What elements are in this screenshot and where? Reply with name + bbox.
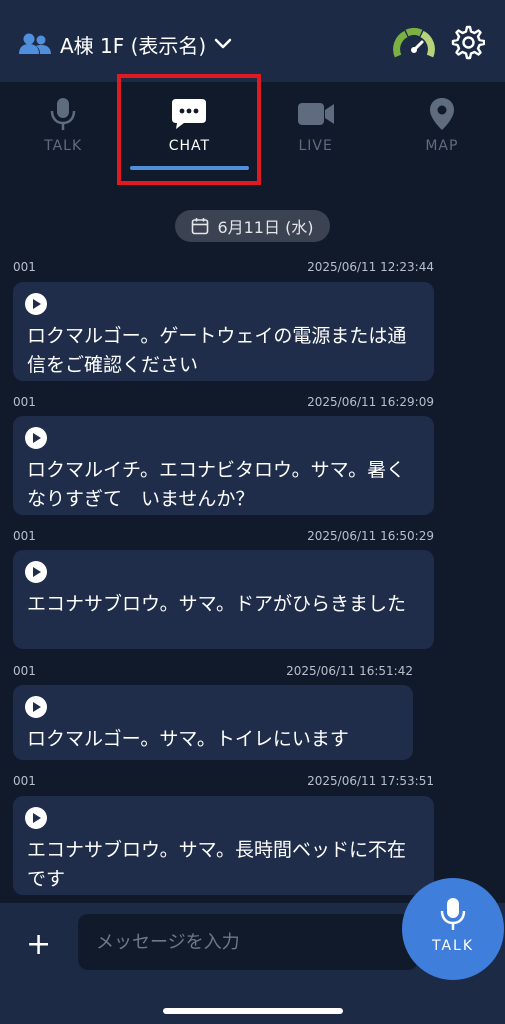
tab-chat-label: CHAT	[168, 138, 211, 154]
message-text: ロクマルイチ。エコナビタロウ。サマ。暑く なりすぎて いませんか？	[27, 459, 425, 510]
message-sender: 001	[13, 260, 36, 274]
message-text: ロクマルゴー。サマ。トイレにいます	[27, 728, 349, 750]
play-icon[interactable]	[25, 293, 47, 315]
message-bubble[interactable]: ロクマルゴー。ゲートウェイの電源または通信をご確認ください	[13, 282, 434, 381]
message-item: 001 2025/06/11 16:29:09 ロクマルイチ。エコナビタロウ。サ…	[13, 395, 434, 515]
message-timestamp: 2025/06/11 12:23:44	[307, 260, 434, 274]
tab-bar: TALK CHAT LIVE MAP	[0, 82, 505, 182]
message-bubble[interactable]: エコナサブロウ。サマ。ドアがひらきました	[13, 550, 434, 649]
message-text: エコナサブロウ。サマ。長時間ベッドに不在です	[27, 839, 407, 890]
tab-chat[interactable]: CHAT	[126, 82, 252, 182]
video-camera-icon	[297, 103, 334, 125]
message-sender: 001	[13, 774, 36, 788]
message-meta: 001 2025/06/11 12:23:44	[13, 260, 434, 278]
home-indicator	[163, 1008, 343, 1014]
gear-icon[interactable]	[449, 24, 485, 60]
message-sender: 001	[13, 395, 36, 409]
add-attachment-button[interactable]: +	[26, 927, 51, 962]
message-timestamp: 2025/06/11 16:51:42	[286, 664, 413, 678]
talk-button[interactable]: TALK	[402, 878, 504, 980]
play-icon[interactable]	[25, 696, 47, 718]
message-bubble[interactable]: ロクマルイチ。エコナビタロウ。サマ。暑く なりすぎて いませんか？	[13, 416, 434, 515]
message-text: エコナサブロウ。サマ。ドアがひらきました	[27, 593, 407, 615]
microphone-icon	[440, 898, 466, 930]
message-item: 001 2025/06/11 17:53:51 エコナサブロウ。サマ。長時間ベッ…	[13, 774, 434, 895]
message-sender: 001	[13, 529, 36, 543]
gauge-icon[interactable]	[392, 24, 436, 60]
tab-talk[interactable]: TALK	[0, 82, 126, 182]
message-item: 001 2025/06/11 16:50:29 エコナサブロウ。サマ。ドアがひら…	[13, 529, 434, 649]
tab-live[interactable]: LIVE	[253, 82, 379, 182]
app-header: A棟 1F (表示名)	[0, 0, 505, 82]
chat-bubble-icon	[172, 99, 207, 129]
microphone-icon	[50, 98, 76, 130]
group-selector[interactable]: A棟 1F (表示名)	[18, 26, 232, 62]
message-sender: 001	[13, 664, 36, 678]
play-icon[interactable]	[25, 807, 47, 829]
date-label: 6月11日 (水)	[217, 218, 314, 237]
message-item: 001 2025/06/11 16:51:42 ロクマルゴー。サマ。トイレにいま…	[13, 664, 413, 760]
message-timestamp: 2025/06/11 17:53:51	[307, 774, 434, 788]
play-icon[interactable]	[25, 427, 47, 449]
message-meta: 001 2025/06/11 16:51:42	[13, 664, 413, 682]
users-icon	[19, 33, 51, 54]
talk-button-label: TALK	[431, 938, 475, 954]
group-name: A棟 1F (表示名)	[60, 33, 207, 58]
active-tab-indicator	[130, 166, 249, 170]
message-timestamp: 2025/06/11 16:50:29	[307, 529, 434, 543]
tab-map[interactable]: MAP	[379, 82, 505, 182]
tab-map-label: MAP	[425, 138, 459, 154]
chevron-down-icon	[214, 38, 232, 49]
message-input[interactable]	[78, 914, 418, 970]
message-bubble[interactable]: ロクマルゴー。サマ。トイレにいます	[13, 685, 413, 760]
message-bubble[interactable]: エコナサブロウ。サマ。長時間ベッドに不在です	[13, 796, 434, 895]
message-text: ロクマルゴー。ゲートウェイの電源または通信をご確認ください	[27, 325, 407, 376]
message-list[interactable]: 001 2025/06/11 12:23:44 ロクマルゴー。ゲートウェイの電源…	[0, 250, 505, 900]
message-item: 001 2025/06/11 12:23:44 ロクマルゴー。ゲートウェイの電源…	[13, 260, 434, 381]
tab-talk-label: TALK	[44, 138, 83, 154]
date-separator: 6月11日 (水)	[175, 210, 330, 242]
message-meta: 001 2025/06/11 16:29:09	[13, 395, 434, 413]
calendar-icon	[192, 218, 209, 235]
map-pin-icon	[429, 98, 454, 130]
message-meta: 001 2025/06/11 16:50:29	[13, 529, 434, 547]
message-meta: 001 2025/06/11 17:53:51	[13, 774, 434, 792]
message-timestamp: 2025/06/11 16:29:09	[307, 395, 434, 409]
play-icon[interactable]	[25, 561, 47, 583]
tab-live-label: LIVE	[298, 138, 333, 154]
